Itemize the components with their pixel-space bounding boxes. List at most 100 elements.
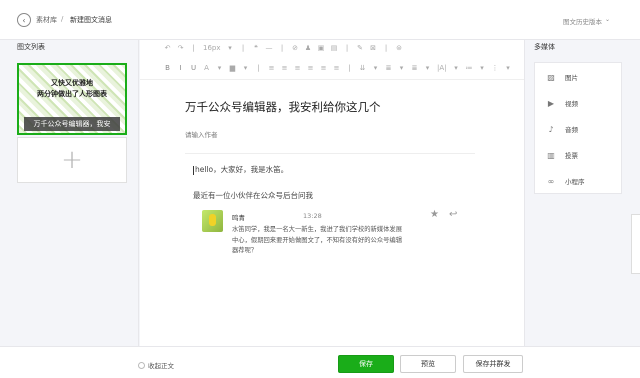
media-list: ▨ 图片 ▶ 视频 ♪ 音频 ▥ 投票 ∞ 小程序 (534, 62, 622, 194)
add-article-button[interactable]: + (17, 137, 127, 183)
toolbar-separator: | (384, 44, 388, 52)
author-input[interactable] (185, 131, 475, 139)
cover-text-line1: 又快又优雅地 (51, 79, 93, 87)
toolbar-button[interactable]: ▆ (229, 64, 236, 72)
toolbar-button[interactable]: — (266, 44, 273, 52)
body-paragraph-1[interactable]: hello，大家好，我是水笛。 (193, 164, 288, 175)
toolbar-button[interactable]: ≡ (333, 64, 340, 72)
breadcrumb-separator: / (61, 15, 64, 23)
plus-icon: + (61, 145, 83, 175)
toolbar-button[interactable]: ⊘ (292, 44, 299, 52)
toolbar-button[interactable]: |A| (437, 64, 447, 72)
toolbar-button[interactable]: ⋮ (492, 64, 499, 72)
media-item-image[interactable]: ▨ 图片 (535, 66, 623, 88)
cover-text-line2: 两分钟做出了人形图表 (37, 90, 107, 98)
toolbar-button[interactable]: ≡ (320, 64, 327, 72)
toolbar-button[interactable]: ≣ (385, 64, 392, 72)
editor-toolbar: ↶ ↷ | 16px ▾ | ❝ — | ⊘ ♟ ▣ ▤ | ✎ ⊠ | ⊜ B I U A ▾ ▆ ▾ | ≡ ≡ ≡ ≡ ≡ ≡ | ⇊ ▾ ≣… (140, 40, 524, 80)
toolbar-separator: | (257, 64, 260, 72)
toolbar-button[interactable]: ❝ (253, 44, 260, 52)
toolbar-button[interactable]: ≡ (307, 64, 314, 72)
comment-time: 13:28 (303, 212, 322, 220)
media-item-vote[interactable]: ▥ 投票 (535, 144, 623, 166)
save-and-publish-button[interactable]: 保存并群发 (463, 355, 523, 373)
toolbar-separator: | (241, 44, 245, 52)
toolbar-button[interactable]: U (190, 64, 197, 72)
comment-text: 水笛同学，我是一名大一新生，我进了我们学校的新媒体发展中心，假期回来要开始做图文… (232, 226, 403, 254)
toolbar-button[interactable]: 16px (203, 44, 221, 52)
toolbar-button[interactable]: ⊜ (396, 44, 403, 52)
toolbar-button[interactable]: ▾ (372, 64, 379, 72)
toolbar-button[interactable]: ⇊ (359, 64, 366, 72)
avatar (202, 210, 223, 232)
article-cover-image: 又快又优雅地 两分钟做出了人形图表 万千公众号编辑器，我安 (19, 65, 125, 133)
media-item-miniprogram[interactable]: ∞ 小程序 (535, 170, 623, 192)
article-card[interactable]: 又快又优雅地 两分钟做出了人形图表 万千公众号编辑器，我安 (17, 63, 127, 135)
media-item-label: 图片 (565, 74, 578, 82)
toolbar-button[interactable]: ≡ (281, 64, 288, 72)
mini-program-icon: ∞ (547, 176, 555, 186)
preview-button[interactable]: 预览 (400, 355, 456, 373)
bar-chart-icon: ▥ (547, 150, 555, 160)
save-button[interactable]: 保存 (338, 355, 394, 373)
toolbar-button[interactable]: ≡ (294, 64, 301, 72)
toolbar-button[interactable]: ▾ (424, 64, 431, 72)
comment-author: 鸣青 (232, 214, 245, 222)
body-paragraph-2[interactable]: 最近有一位小伙伴在公众号后台问我 (193, 190, 313, 201)
toolbar-separator: | (345, 44, 349, 52)
video-icon: ▶ (547, 98, 555, 108)
toolbar-button[interactable]: B (164, 64, 171, 72)
media-item-label: 小程序 (565, 178, 585, 186)
text-cursor (193, 165, 194, 175)
toolbar-button[interactable]: ⊠ (370, 44, 377, 52)
toolbar-button[interactable]: ↷ (177, 44, 184, 52)
bottom-bar (0, 346, 640, 378)
back-arrow-icon[interactable]: ‹ (17, 13, 31, 27)
collapse-body-button[interactable]: 收起正文 (148, 360, 174, 370)
toolbar-button[interactable]: ▾ (505, 64, 512, 72)
toolbar-button[interactable]: ▾ (479, 64, 486, 72)
media-panel-title: 多媒体 (534, 43, 555, 51)
toolbar-button[interactable]: ≔ (466, 64, 473, 72)
toolbar-button[interactable]: ▾ (216, 64, 223, 72)
article-caption: 万千公众号编辑器，我安 (24, 117, 120, 131)
title-divider (185, 153, 475, 154)
media-item-audio[interactable]: ♪ 音频 (535, 118, 623, 140)
media-item-video[interactable]: ▶ 视频 (535, 92, 623, 114)
toolbar-separator: | (192, 44, 195, 52)
breadcrumb-current: 新建图文消息 (70, 16, 112, 24)
breadcrumb-root[interactable]: 素材库 (36, 15, 57, 25)
toolbar-button[interactable]: ▾ (227, 44, 234, 52)
toolbar-separator: | (348, 64, 351, 72)
toolbar-button[interactable]: ▾ (398, 64, 405, 72)
microphone-icon: ♪ (548, 124, 554, 134)
media-item-label: 视频 (565, 100, 578, 108)
article-list-title: 图文列表 (17, 43, 45, 51)
embedded-comment: 鸣青 13:28 ★ ↩ 水笛同学，我是一名大一新生，我进了我们学校的新媒体发展… (202, 209, 470, 263)
toolbar-button[interactable]: ▾ (242, 64, 249, 72)
toolbar-button[interactable]: ✎ (357, 44, 364, 52)
toolbar-button[interactable]: ▤ (331, 44, 338, 52)
chevron-down-icon[interactable]: ⌄ (605, 16, 610, 23)
toolbar-button[interactable]: ≣ (411, 64, 418, 72)
image-icon: ▨ (547, 72, 555, 82)
star-icon[interactable]: ★ (430, 209, 439, 220)
toolbar-button[interactable]: A (203, 64, 210, 72)
toolbar-separator: | (280, 44, 284, 52)
toolbar-button[interactable]: I (177, 64, 184, 72)
article-title[interactable]: 万千公众号编辑器，我安利给你这几个 (185, 99, 381, 115)
side-float-tab[interactable] (631, 214, 640, 274)
media-item-label: 投票 (565, 152, 578, 160)
media-item-label: 音频 (565, 126, 578, 134)
history-version-button[interactable]: 图文历史版本 (563, 16, 602, 26)
toolbar-row-1: ↶ ↷ | 16px ▾ | ❝ — | ⊘ ♟ ▣ ▤ | ✎ ⊠ | ⊜ (164, 44, 403, 52)
toolbar-button[interactable]: ♟ (305, 44, 312, 52)
reply-icon[interactable]: ↩ (449, 209, 457, 220)
collapse-icon[interactable] (138, 362, 145, 369)
body-text-1: hello，大家好，我是水笛。 (195, 165, 289, 174)
toolbar-button[interactable]: ▾ (453, 64, 460, 72)
toolbar-button[interactable]: ↶ (164, 44, 171, 52)
toolbar-row-2: B I U A ▾ ▆ ▾ | ≡ ≡ ≡ ≡ ≡ ≡ | ⇊ ▾ ≣ ▾ ≣ ▾ |A| ▾ ≔ ▾ ⋮ ▾ (164, 64, 512, 72)
toolbar-button[interactable]: ≡ (268, 64, 275, 72)
toolbar-button[interactable]: ▣ (318, 44, 325, 52)
